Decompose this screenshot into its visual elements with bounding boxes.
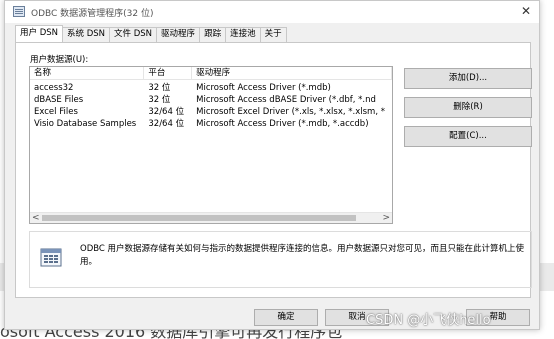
tab-panel-user-dsn: 用户数据源(U): 名称 平台 驱动程序 access32 32 位 Micro…	[15, 42, 532, 298]
tab-tracing[interactable]: 跟踪	[199, 27, 227, 42]
cell-driver: Microsoft Access Driver (*.mdb, *.accdb)	[196, 119, 369, 129]
info-description: ODBC 用户数据源存储有关如何与指示的数据提供程序连接的信息。用户数据源只对您…	[80, 244, 525, 267]
table-row[interactable]: access32 32 位 Microsoft Access Driver (*…	[30, 82, 392, 94]
scrollbar-thumb[interactable]	[42, 215, 356, 221]
cell-name: Excel Files	[34, 107, 78, 117]
odbc-app-icon	[13, 6, 25, 17]
column-header-name[interactable]: 名称	[30, 67, 145, 80]
dsn-list[interactable]: 名称 平台 驱动程序 access32 32 位 Microsoft Acces…	[29, 66, 393, 224]
tab-file-dsn[interactable]: 文件 DSN	[109, 27, 158, 42]
cell-platform: 32/64 位	[148, 107, 185, 117]
close-icon[interactable]: ✕	[519, 4, 533, 18]
tab-connection-pooling[interactable]: 连接池	[225, 27, 261, 42]
cell-name: Visio Database Samples	[34, 119, 137, 129]
cell-platform: 32/64 位	[148, 119, 185, 129]
user-dsn-label: 用户数据源(U):	[30, 55, 89, 65]
column-header-platform[interactable]: 平台	[144, 67, 193, 80]
cell-name: access32	[34, 83, 74, 93]
odbc-dialog: ODBC 数据源管理程序(32 位) ✕ 用户 DSN 系统 DSN 文件 DS…	[4, 0, 540, 330]
ok-button[interactable]: 确定	[254, 309, 318, 326]
table-row[interactable]: Visio Database Samples 32/64 位 Microsoft…	[30, 118, 392, 130]
cell-platform: 32 位	[148, 95, 171, 105]
watermark-text: CSDN @小飞侠hello	[366, 313, 491, 328]
configure-button[interactable]: 配置(C)...	[404, 126, 532, 147]
add-button[interactable]: 添加(D)...	[404, 68, 532, 89]
window-title: ODBC 数据源管理程序(32 位)	[31, 9, 154, 19]
horizontal-scrollbar[interactable]: < >	[30, 212, 392, 223]
info-box: ODBC 用户数据源存储有关如何与指示的数据提供程序连接的信息。用户数据源只对您…	[29, 231, 532, 288]
table-row[interactable]: Excel Files 32/64 位 Microsoft Excel Driv…	[30, 106, 392, 118]
cell-name: dBASE Files	[34, 95, 84, 105]
cell-driver: Microsoft Excel Driver (*.xls, *.xlsx, *…	[196, 107, 385, 117]
tab-user-dsn[interactable]: 用户 DSN	[15, 25, 64, 42]
cell-platform: 32 位	[148, 83, 171, 93]
cell-driver: Microsoft Access dBASE Driver (*.dbf, *.…	[196, 95, 376, 105]
column-header-driver[interactable]: 驱动程序	[192, 67, 392, 80]
tab-strip: 用户 DSN 系统 DSN 文件 DSN 驱动程序 跟踪 连接池 关于	[15, 25, 287, 42]
tab-system-dsn[interactable]: 系统 DSN	[62, 27, 111, 42]
list-header: 名称 平台 驱动程序	[30, 67, 392, 80]
title-bar: ODBC 数据源管理程序(32 位) ✕	[5, 1, 539, 23]
cell-driver: Microsoft Access Driver (*.mdb)	[196, 83, 331, 93]
tab-about[interactable]: 关于	[259, 27, 287, 42]
list-body: access32 32 位 Microsoft Access Driver (*…	[30, 82, 392, 130]
remove-button[interactable]: 删除(R)	[404, 97, 532, 118]
table-row[interactable]: dBASE Files 32 位 Microsoft Access dBASE …	[30, 94, 392, 106]
scroll-right-icon[interactable]: >	[382, 213, 390, 223]
data-source-icon	[40, 248, 62, 267]
scroll-left-icon[interactable]: <	[32, 213, 40, 223]
tab-drivers[interactable]: 驱动程序	[156, 27, 201, 42]
background-panel-right	[540, 263, 554, 291]
